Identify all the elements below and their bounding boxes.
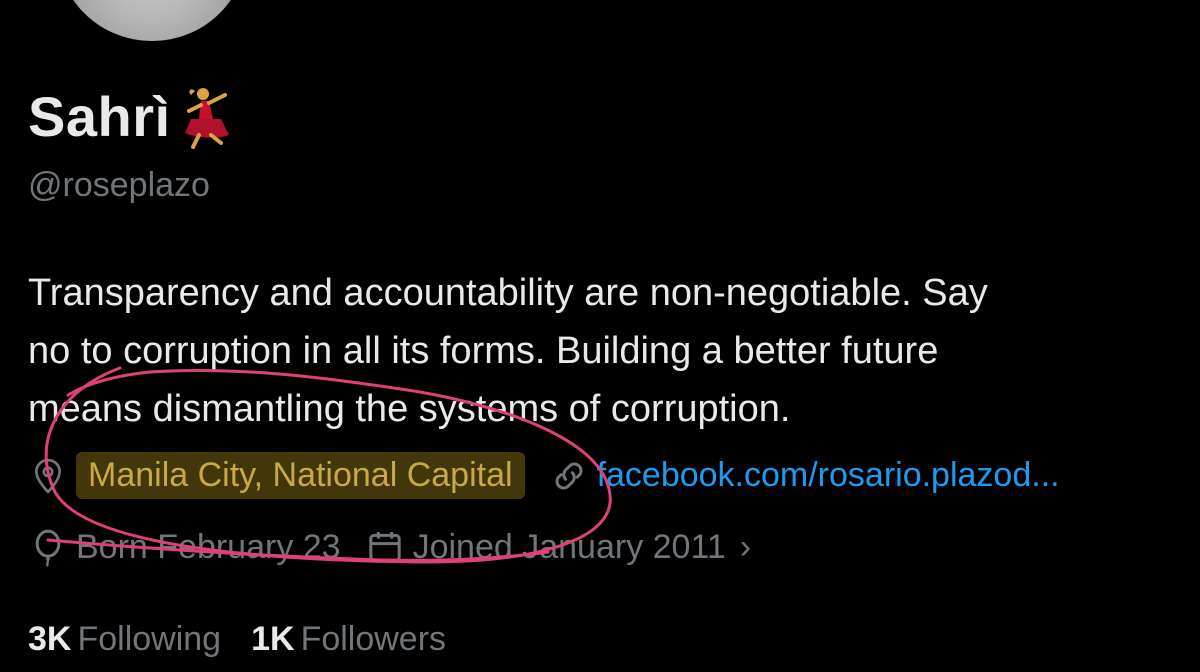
meta-row-dates: Born February 23 Joined January 2011 › — [28, 527, 775, 567]
name-row: Sahrì — [28, 84, 237, 149]
birthday: Born February 23 — [28, 527, 341, 567]
followers-label: Followers — [300, 620, 447, 658]
handle: @roseplazo — [28, 166, 210, 204]
bio-line: no to corruption in all its forms. Build… — [28, 330, 939, 372]
bio-line: means dismantling the systems of corrupt… — [28, 388, 791, 430]
website-link[interactable]: facebook.com/rosario.plazod... — [597, 456, 1060, 495]
location: Manila City, National Capital — [28, 452, 525, 499]
birthday-text: Born February 23 — [76, 527, 341, 566]
calendar-icon — [368, 532, 401, 562]
joined-text: Joined January 2011 — [412, 527, 726, 566]
followers-count: 1K — [251, 620, 295, 658]
website[interactable]: facebook.com/rosario.plazod... — [549, 456, 1060, 496]
woman-dancing-icon — [184, 87, 229, 149]
meta-row-location-link: Manila City, National Capital facebook.c… — [28, 452, 1084, 499]
following-stat[interactable]: 3K Following — [28, 620, 221, 659]
chevron-right-icon[interactable]: › — [740, 528, 751, 567]
followers-stat[interactable]: 1K Followers — [251, 620, 446, 659]
location-pin-icon — [34, 458, 62, 494]
following-label: Following — [77, 620, 222, 658]
joined-date[interactable]: Joined January 2011 › — [365, 527, 751, 567]
display-name: Sahrì — [28, 85, 171, 148]
balloon-icon — [35, 529, 61, 567]
following-count: 3K — [28, 620, 72, 658]
avatar[interactable] — [52, 0, 252, 46]
follow-stats: 3K Following 1K Followers — [28, 620, 476, 659]
location-text: Manila City, National Capital — [76, 452, 525, 499]
bio-line: Transparency and accountability are non-… — [28, 272, 988, 314]
link-icon — [555, 462, 583, 489]
bio: Transparency and accountability are non-… — [28, 264, 1168, 438]
